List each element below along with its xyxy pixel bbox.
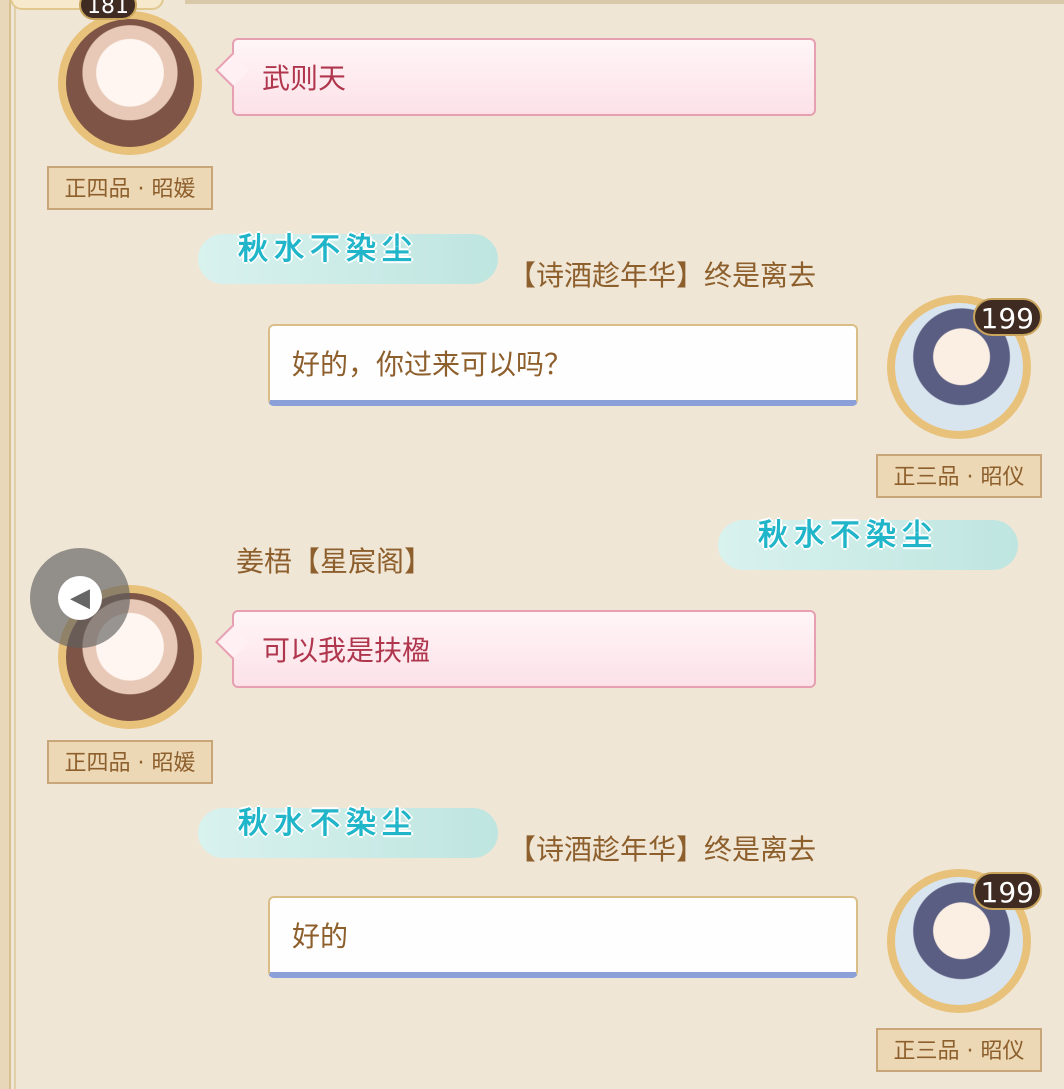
- avatar-image: [66, 19, 194, 147]
- message-text: 好的，你过来可以吗？: [292, 348, 573, 381]
- level-badge: 199: [972, 298, 1042, 336]
- title-badge-label: 秋水不染尘: [758, 518, 938, 553]
- user-avatar[interactable]: 199: [884, 866, 1042, 1016]
- title-badge-label: 秋水不染尘: [238, 232, 418, 267]
- message-text: 武则天: [262, 62, 347, 95]
- level-badge: 199: [972, 872, 1042, 910]
- message-bubble[interactable]: 好的，你过来可以吗？: [268, 324, 858, 406]
- chevron-left-icon: ◀: [58, 576, 102, 620]
- title-badge: 秋水不染尘: [198, 790, 498, 860]
- sender-name[interactable]: 姜梧【星宸阁】: [236, 540, 432, 580]
- title-badge: 秋水不染尘: [718, 502, 1018, 572]
- level-badge: 181: [79, 0, 137, 20]
- message-bubble[interactable]: 好的: [268, 896, 858, 978]
- rank-badge: 正四品 · 昭媛: [47, 740, 213, 784]
- rank-badge: 正三品 · 昭仪: [876, 1028, 1042, 1072]
- back-button[interactable]: ◀: [30, 548, 130, 648]
- left-rail-line: [14, 0, 16, 1089]
- message-bubble[interactable]: 武则天: [232, 38, 816, 116]
- sender-name[interactable]: 【诗酒趁年华】终是离去: [508, 254, 816, 294]
- message-text: 可以我是扶楹: [262, 634, 431, 667]
- title-badge: 秋水不染尘: [198, 216, 498, 286]
- sender-name[interactable]: 【诗酒趁年华】终是离去: [508, 828, 816, 868]
- left-rail: [0, 0, 11, 1089]
- message-text: 好的: [292, 920, 349, 953]
- top-strip: [185, 0, 1064, 4]
- title-badge-label: 秋水不染尘: [238, 806, 418, 841]
- user-avatar[interactable]: 199: [884, 292, 1042, 442]
- rank-badge: 正三品 · 昭仪: [876, 454, 1042, 498]
- rank-badge: 正四品 · 昭媛: [47, 166, 213, 210]
- message-bubble[interactable]: 可以我是扶楹: [232, 610, 816, 688]
- sender-avatar[interactable]: 181: [55, 0, 205, 158]
